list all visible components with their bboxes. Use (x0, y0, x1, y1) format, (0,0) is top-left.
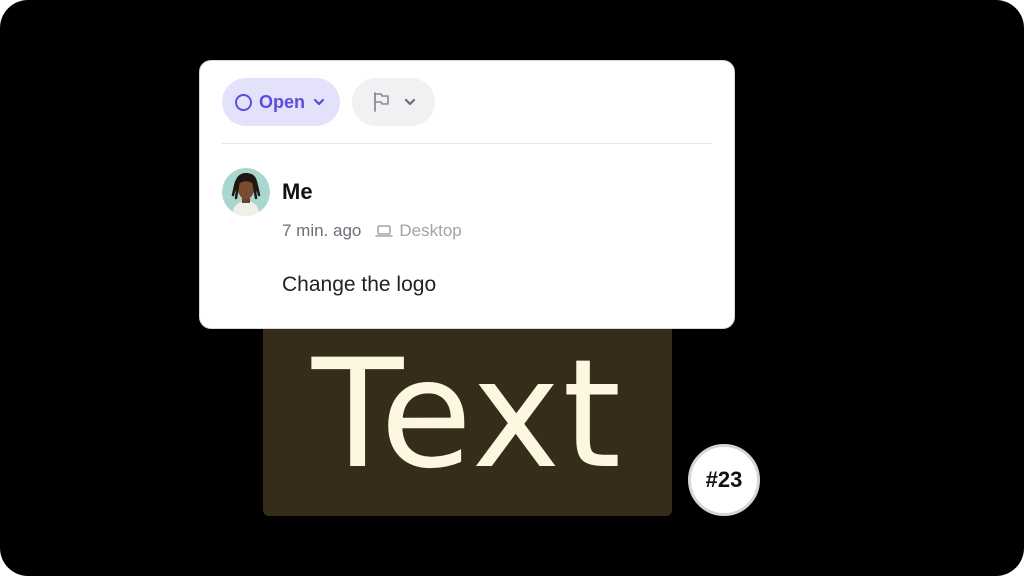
comment-toolbar: Open (222, 78, 436, 126)
issue-number-badge[interactable]: #23 (688, 444, 760, 516)
divider (222, 143, 712, 144)
priority-dropdown[interactable] (352, 78, 436, 126)
timestamp: 7 min. ago (282, 221, 362, 240)
avatar[interactable] (222, 168, 270, 216)
canvas-stage: Text #23 Open Me 7 min. ago Desktop Chan… (0, 0, 1024, 576)
circle-icon (235, 93, 252, 111)
text-element[interactable]: Text (263, 318, 672, 516)
chevron-down-icon (404, 98, 415, 106)
laptop-icon (375, 225, 394, 237)
chevron-down-icon (313, 98, 325, 106)
status-dropdown[interactable]: Open (222, 78, 341, 126)
comment-meta: 7 min. ago Desktop (282, 221, 462, 241)
comment-card: Open Me 7 min. ago Desktop Change the lo… (199, 60, 735, 329)
comment-body: Change the logo (282, 273, 437, 296)
author-name: Me (282, 179, 313, 204)
status-label: Open (259, 91, 306, 112)
device-label: Desktop (399, 221, 462, 240)
device-info: Desktop (375, 221, 462, 241)
text-element-label: Text (311, 328, 624, 502)
flag-icon (373, 92, 389, 112)
